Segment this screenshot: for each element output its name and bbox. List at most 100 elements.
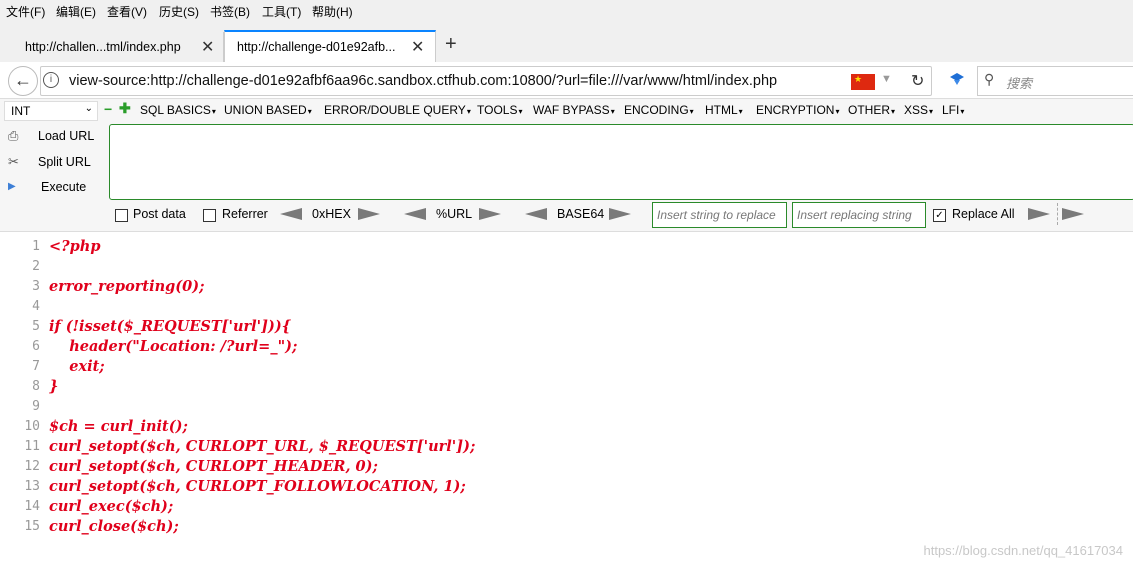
search-placeholder: 搜索 [1006,76,1033,91]
code-text: header("Location: /?url=_"); [49,338,298,355]
menu-tools[interactable]: TOOLS [477,103,522,117]
base64-encode-arrow-icon[interactable] [609,208,631,220]
menu-waf-bypass[interactable]: WAF BYPASS [533,103,615,117]
plus-icon[interactable]: ✚ [119,100,131,117]
code-line: 11 curl_setopt($ch, CURLOPT_URL, $_REQUES… [0,436,1133,456]
code-text: curl_setopt($ch, CURLOPT_HEADER, 0); [49,458,378,475]
hex-label: 0xHEX [312,207,351,221]
load-url-label: Load URL [38,129,95,143]
dropdown-arrow-icon[interactable]: ▼ [881,73,892,85]
menu-sql-basics[interactable]: SQL BASICS [140,103,216,117]
china-flag-icon[interactable]: ★ [851,74,875,90]
line-number: 14 [24,499,40,514]
insert-string-placeholder: Insert string to replace [657,208,776,222]
replace-all-arrow-icon[interactable] [1062,208,1084,220]
extension-svg-icon [950,73,964,85]
menu-xss[interactable]: XSS [904,103,933,117]
code-text: curl_setopt($ch, CURLOPT_FOLLOWLOCATION,… [49,478,466,495]
menu-error-double-query[interactable]: ERROR/DOUBLE QUERY [324,103,471,117]
code-line: 9 [0,396,1133,416]
menu-tools[interactable]: 工具(T) [262,3,301,20]
hackbar-url-textarea[interactable] [109,124,1133,200]
menu-other[interactable]: OTHER [848,103,895,117]
post-data-label: Post data [133,207,186,221]
url-bar[interactable]: i view-source:http://challenge-d01e92afb… [40,66,932,96]
tab-1-close-icon[interactable]: ✕ [201,37,214,57]
code-text: curl_setopt($ch, CURLOPT_URL, $_REQUEST[… [49,438,476,455]
post-data-checkbox[interactable] [115,209,128,222]
url-decode-arrow-icon[interactable] [404,208,426,220]
code-text: $ch = curl_init(); [49,418,188,435]
insert-replacing-input[interactable]: Insert replacing string [792,202,926,228]
code-line: 5 if (!isset($_REQUEST['url'])){ [0,316,1133,336]
code-line: 10 $ch = curl_init(); [0,416,1133,436]
code-text: curl_close($ch); [49,518,179,535]
referrer-label: Referrer [222,207,268,221]
menu-union-based[interactable]: UNION BASED [224,103,312,117]
base64-label: BASE64 [557,207,605,221]
code-text: error_reporting(0); [49,278,205,295]
code-text: if (!isset($_REQUEST['url'])){ [49,318,292,335]
code-line: 2 [0,256,1133,276]
play-icon: ▶ [8,181,16,192]
menu-help[interactable]: 帮助(H) [312,3,353,20]
int-select-value: INT [11,104,31,118]
tab-1-title: http://challen...tml/index.php [25,40,181,54]
tab-1[interactable]: http://challen...tml/index.php ✕ [13,32,224,62]
menu-bookmarks[interactable]: 书签(B) [210,3,250,20]
code-line: 8} [0,376,1133,396]
minus-icon[interactable]: − [104,101,112,117]
menu-encoding[interactable]: ENCODING [624,103,694,117]
insert-string-input[interactable]: Insert string to replace [652,202,787,228]
toolbar-divider [1057,203,1059,225]
int-select[interactable]: INT ⌄ [4,101,98,121]
line-number: 8 [32,379,40,394]
hex-decode-arrow-icon[interactable] [280,208,302,220]
new-tab-button[interactable]: + [445,33,457,56]
referrer-checkbox[interactable] [203,209,216,222]
line-number: 6 [32,339,40,354]
code-line: 6 header("Location: /?url=_"); [0,336,1133,356]
search-box[interactable]: ⚲ 搜索 [977,66,1133,96]
hex-encode-arrow-icon[interactable] [358,208,380,220]
menu-encryption[interactable]: ENCRYPTION [756,103,839,117]
back-button[interactable]: ← [8,66,38,96]
reload-icon[interactable]: ↻ [911,71,924,91]
code-text: <?php [49,238,101,255]
code-line: 13 curl_setopt($ch, CURLOPT_FOLLOWLOCATIO… [0,476,1133,496]
menu-html[interactable]: HTML [705,103,743,117]
code-line: 1 <?php [0,236,1133,256]
line-number: 4 [32,299,40,314]
replace-all-checkbox[interactable]: ✓ [933,209,946,222]
code-text: exit; [49,358,105,375]
insert-replacing-placeholder: Insert replacing string [797,208,912,222]
scissors-icon: ✂ [8,154,19,169]
search-icon: ⚲ [984,71,995,87]
tab-2-close-icon[interactable]: ✕ [411,37,424,57]
menu-history[interactable]: 历史(S) [159,3,199,20]
menu-lfi[interactable]: LFI [942,103,964,117]
code-line: 7 exit; [0,356,1133,376]
line-number: 7 [32,359,40,374]
url-text[interactable]: view-source:http://challenge-d01e92afbf6… [69,73,777,89]
menu-edit[interactable]: 编辑(E) [56,3,96,20]
line-number: 9 [32,399,40,414]
line-number: 12 [24,459,40,474]
replace-arrow-icon[interactable] [1028,208,1050,220]
code-line: 14 curl_exec($ch); [0,496,1133,516]
url-encode-arrow-icon[interactable] [479,208,501,220]
extension-icon[interactable] [948,71,966,91]
tab-strip: http://challen...tml/index.php ✕ http://… [0,22,1133,62]
split-url-label: Split URL [38,155,91,169]
site-info-icon[interactable]: i [43,72,59,88]
line-number: 3 [32,279,40,294]
line-number: 10 [24,419,40,434]
code-line: 3 error_reporting(0); [0,276,1133,296]
tab-2-active[interactable]: http://challenge-d01e92afb... ✕ [224,30,436,62]
menu-view[interactable]: 查看(V) [107,3,147,20]
code-text: } [49,378,59,395]
url-encode-label: %URL [436,207,473,221]
line-number: 1 [32,239,40,254]
base64-decode-arrow-icon[interactable] [525,208,547,220]
menu-file[interactable]: 文件(F) [6,3,45,20]
